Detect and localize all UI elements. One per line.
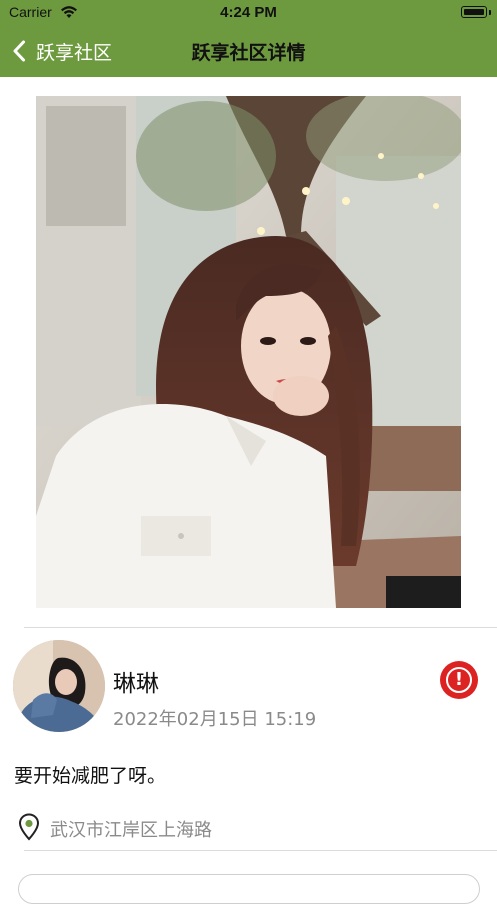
map-pin-icon <box>18 813 40 841</box>
app-header: Carrier 4:24 PM 跃享社区 跃享社区详情 <box>0 0 497 77</box>
post-photo-image <box>36 96 461 608</box>
author-avatar[interactable] <box>13 640 105 732</box>
report-button[interactable]: ! <box>440 661 478 699</box>
status-bar: Carrier 4:24 PM <box>0 0 497 26</box>
battery-icon <box>461 6 487 18</box>
page-title: 跃享社区详情 <box>191 42 306 64</box>
status-time: 4:24 PM <box>220 4 277 21</box>
divider <box>24 627 497 628</box>
author-avatar-image <box>13 640 105 732</box>
divider <box>24 850 497 851</box>
battery-cap <box>489 10 491 15</box>
post-date: 2022年02月15日 15:19 <box>113 709 317 730</box>
comment-input[interactable] <box>18 874 480 904</box>
exclamation-icon: ! <box>454 669 464 690</box>
post-photo[interactable] <box>36 96 461 608</box>
post-content: 要开始减肥了呀。 <box>14 765 167 787</box>
navigation-bar: 跃享社区 跃享社区详情 <box>0 26 497 77</box>
post-location: 武汉市江岸区上海路 <box>50 820 212 841</box>
author-name: 琳琳 <box>113 671 159 697</box>
